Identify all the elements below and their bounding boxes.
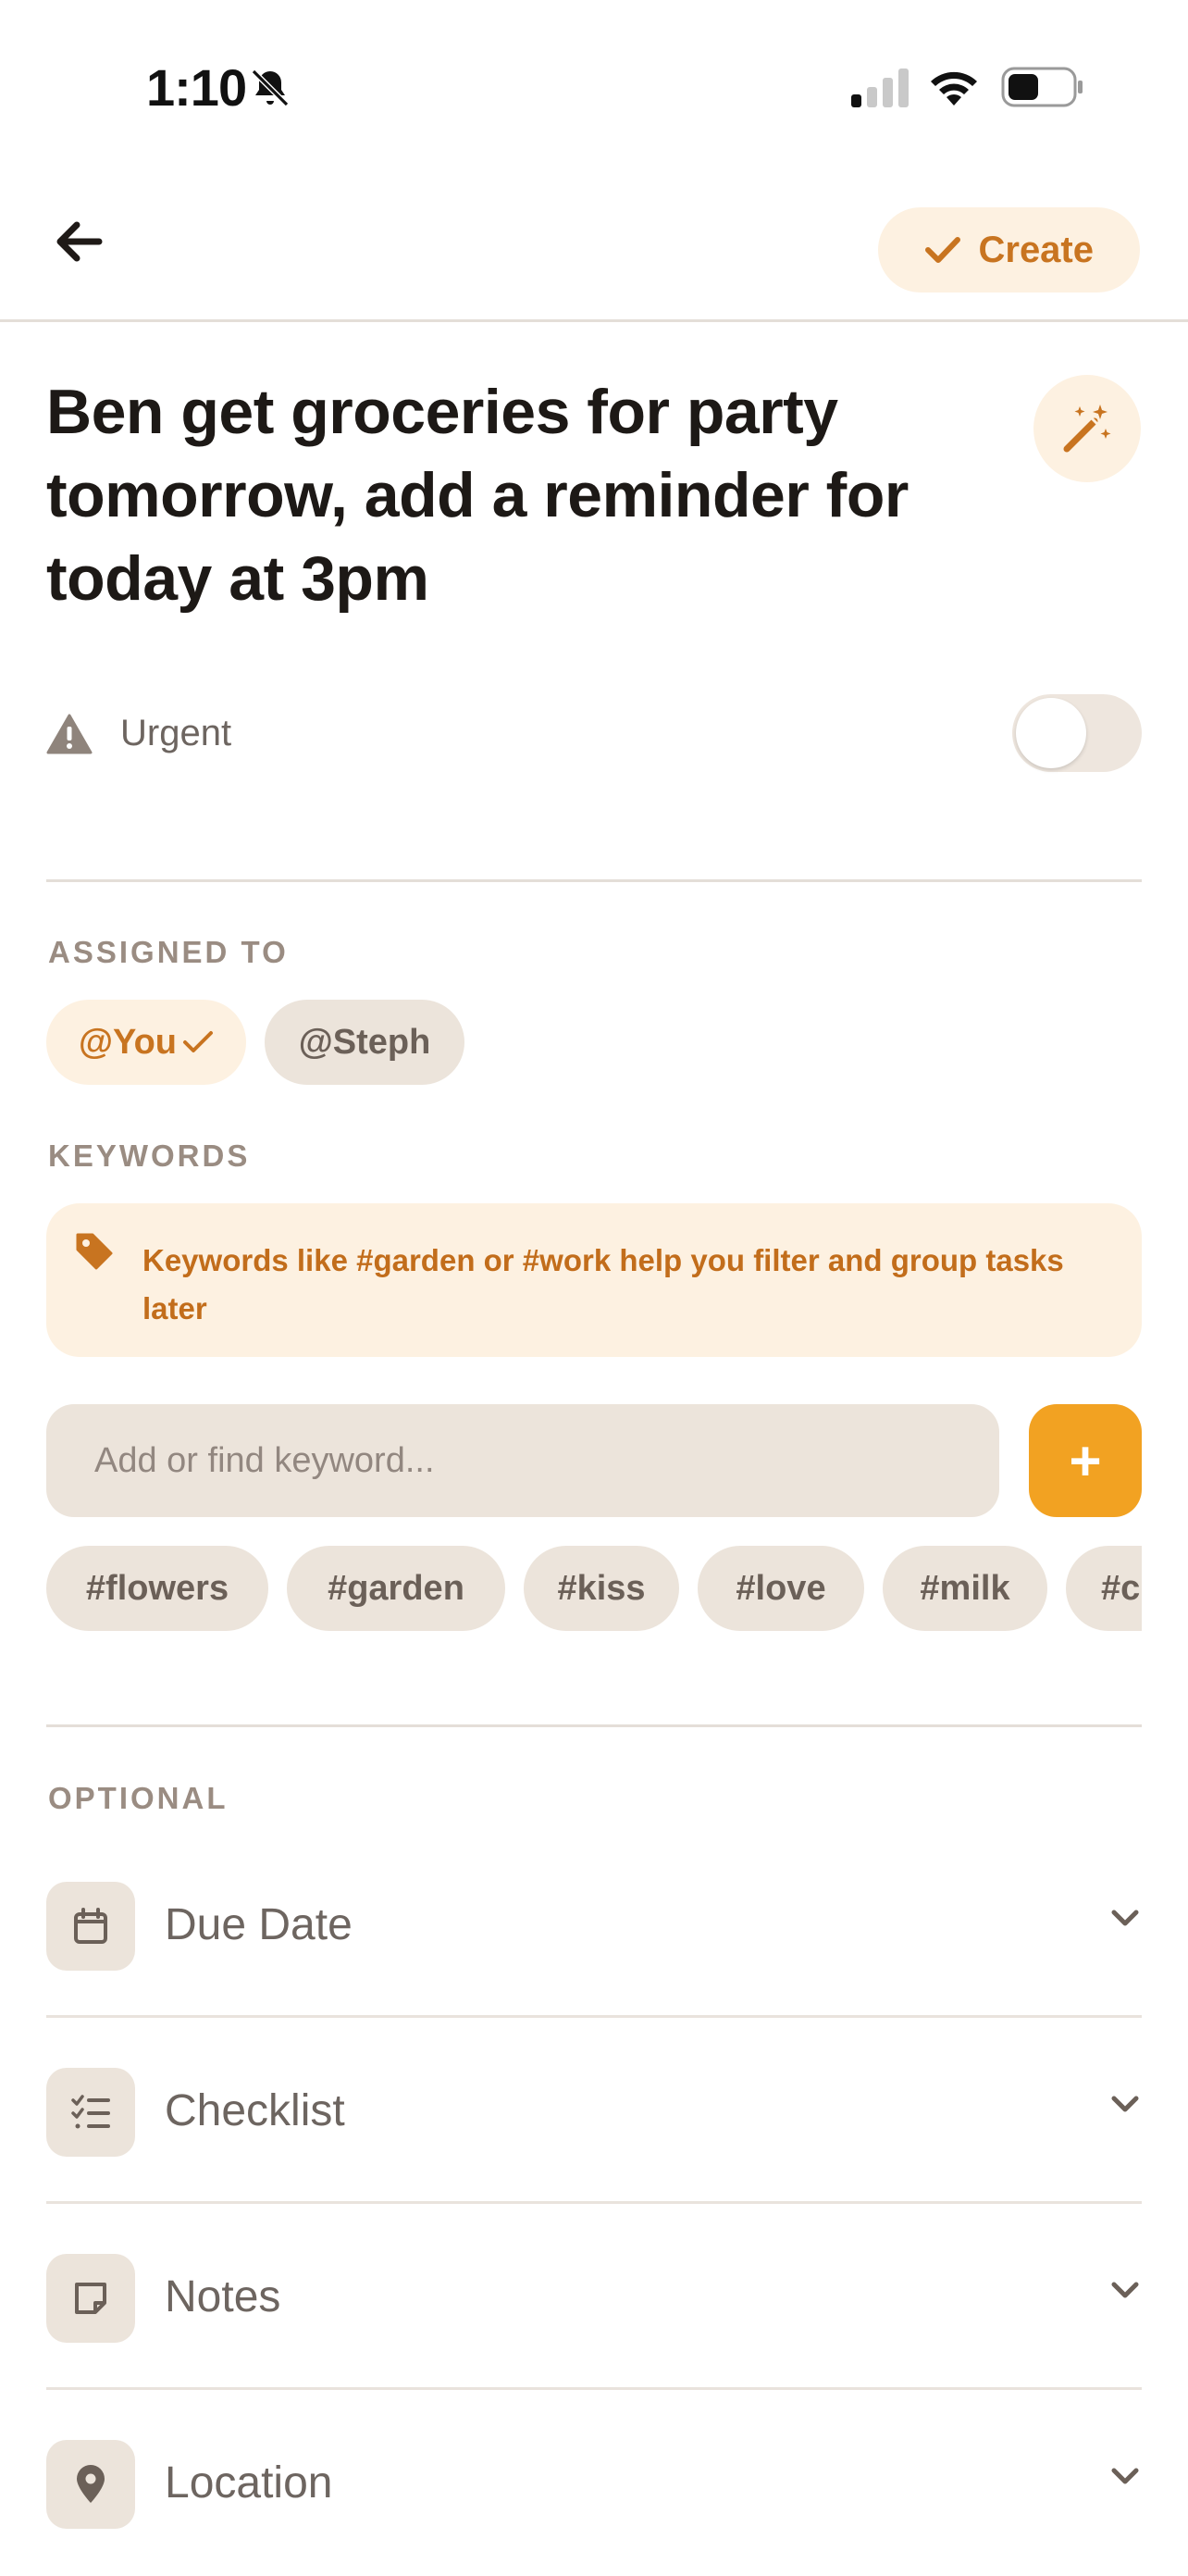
assigned-section-label: ASSIGNED TO — [48, 935, 289, 969]
chevron-down-icon — [1111, 2468, 1139, 2484]
back-button[interactable] — [46, 209, 111, 274]
keyword-chip[interactable]: #garden — [287, 1546, 505, 1631]
optional-row-checklist[interactable]: Checklist — [46, 2019, 1142, 2204]
optional-label: Due Date — [165, 1900, 353, 1949]
task-title[interactable]: Ben get groceries for party tomorrow, ad… — [46, 370, 971, 620]
arrow-left-icon — [56, 221, 103, 262]
header: Create — [0, 176, 1188, 322]
assignee-label: @You — [78, 1022, 177, 1062]
divider — [46, 879, 1142, 882]
toggle-knob — [1016, 698, 1086, 768]
tag-icon — [76, 1233, 113, 1270]
optional-row-notes[interactable]: Notes — [46, 2205, 1142, 2390]
status-bar: 1:10 — [0, 0, 1188, 176]
check-icon — [925, 237, 961, 263]
calendar-icon-box — [46, 1882, 135, 1971]
chevron-down-icon — [1111, 1910, 1139, 1926]
urgent-label: Urgent — [120, 713, 232, 753]
keyword-search-input[interactable] — [46, 1404, 999, 1517]
checklist-icon-box — [46, 2068, 135, 2157]
chevron-down-icon — [1111, 2096, 1139, 2112]
hint-text: Keywords like #garden or #work help you … — [142, 1243, 1064, 1325]
keywords-section-label: KEYWORDS — [48, 1139, 251, 1173]
optional-row-location[interactable]: Location — [46, 2391, 1142, 2576]
keyword-chip[interactable]: #flowers — [46, 1546, 268, 1631]
magic-wand-icon — [1063, 404, 1111, 453]
keywords-hint: Keywords like #garden or #work help you … — [46, 1203, 1142, 1357]
assignee-chip-you[interactable]: @You — [46, 1000, 246, 1085]
plus-icon: + — [1069, 1429, 1102, 1492]
calendar-icon — [74, 1908, 107, 1944]
urgent-row: Urgent — [46, 685, 1142, 787]
keyword-chips: #flowers #garden #kiss #love #milk #c — [46, 1546, 1142, 1631]
signal-icon — [851, 68, 909, 107]
location-icon-box — [46, 2440, 135, 2529]
create-button[interactable]: Create — [878, 207, 1140, 292]
optional-label: Checklist — [165, 2086, 345, 2135]
add-keyword-button[interactable]: + — [1029, 1404, 1142, 1517]
battery-icon — [1001, 67, 1083, 107]
urgent-toggle[interactable] — [1012, 694, 1142, 772]
checklist-icon — [71, 2095, 110, 2129]
note-icon — [75, 2283, 106, 2314]
keyword-chip[interactable]: #kiss — [524, 1546, 679, 1631]
optional-row-due-date[interactable]: Due Date — [46, 1833, 1142, 2018]
magic-rewrite-button[interactable] — [1033, 375, 1141, 482]
assignee-label: @Steph — [298, 1022, 431, 1062]
note-icon-box — [46, 2254, 135, 2343]
optional-section-label: OPTIONAL — [48, 1781, 229, 1815]
divider — [46, 1724, 1142, 1727]
divider — [46, 2015, 1142, 2018]
optional-label: Notes — [165, 2272, 281, 2321]
divider — [46, 2201, 1142, 2204]
keyword-chip[interactable]: #c — [1066, 1546, 1142, 1631]
bell-slash-icon — [251, 68, 290, 107]
divider — [46, 2387, 1142, 2390]
keyword-chip[interactable]: #milk — [883, 1546, 1047, 1631]
chevron-down-icon — [1111, 2282, 1139, 2298]
status-time: 1:10 — [146, 58, 247, 117]
location-pin-icon — [77, 2465, 105, 2503]
wifi-icon — [931, 71, 977, 106]
warning-icon — [46, 714, 93, 754]
keyword-chip[interactable]: #love — [698, 1546, 864, 1631]
optional-label: Location — [165, 2458, 333, 2508]
assignee-chip-steph[interactable]: @Steph — [265, 1000, 464, 1085]
check-icon — [183, 1031, 213, 1052]
create-label: Create — [978, 229, 1094, 270]
